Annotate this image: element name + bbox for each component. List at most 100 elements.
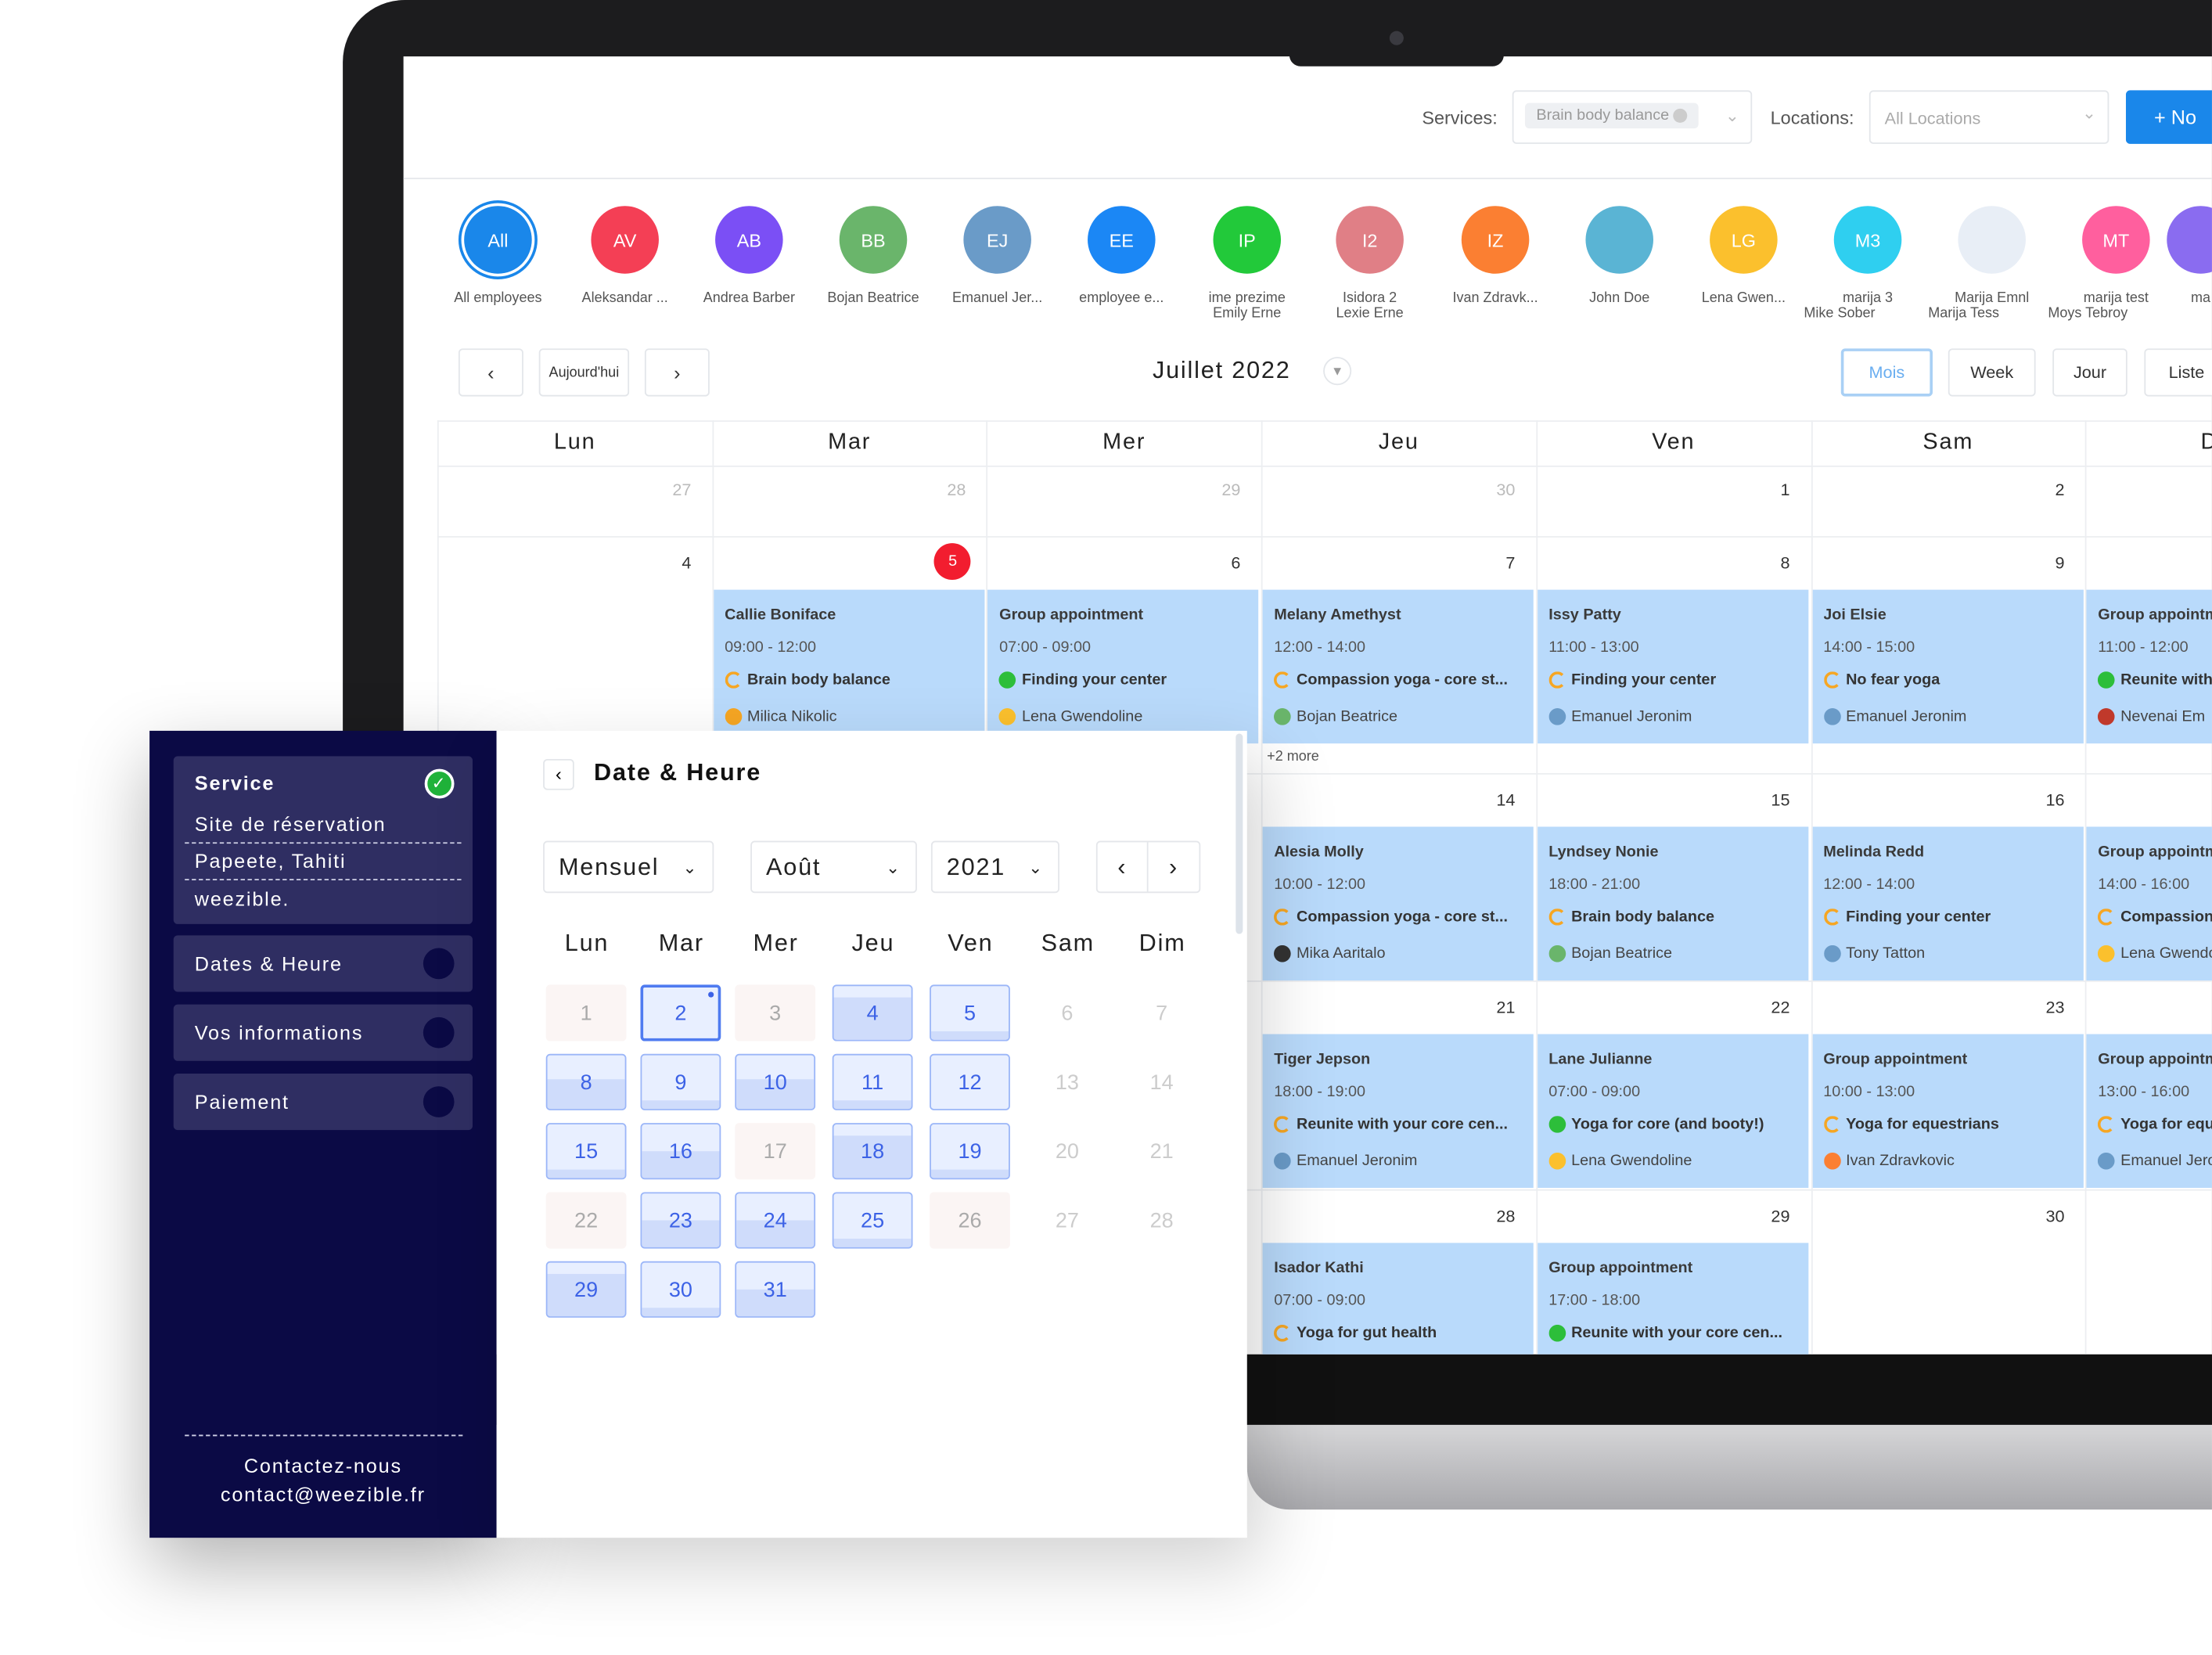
next-month-icon[interactable]: ›: [1149, 842, 1200, 891]
employee-name[interactable]: Bojan Beatrice: [810, 290, 937, 306]
appointment-card[interactable]: Group appointment 10:00 - 13:00 Yoga for e…: [1811, 1034, 2083, 1189]
next-month-button[interactable]: ›: [644, 348, 710, 397]
employee-name[interactable]: Aleksandar ...: [562, 290, 689, 306]
remove-chip-icon[interactable]: [1673, 108, 1688, 124]
day-number[interactable]: 8: [1536, 553, 1789, 573]
day-cell[interactable]: 10: [735, 1053, 816, 1110]
employee-name[interactable]: ime prezime: [1184, 290, 1311, 306]
mode-select[interactable]: Mensuel ⌄: [543, 840, 714, 894]
employee-name[interactable]: Emanuel Jer...: [934, 290, 1061, 306]
locations-select[interactable]: All Locations ⌄: [1869, 90, 2109, 144]
scrollbar[interactable]: [1235, 733, 1243, 934]
day-cell[interactable]: 23: [640, 1192, 721, 1249]
appointment-card[interactable]: Group appointment 07:00 - 09:00 Finding yo…: [987, 589, 1259, 744]
day-number[interactable]: 7: [1261, 553, 1515, 573]
day-cell[interactable]: 5: [930, 984, 1010, 1042]
employee-avatar[interactable]: AV: [591, 206, 659, 274]
employee-avatar[interactable]: All: [464, 206, 532, 274]
day-number[interactable]: 4: [437, 553, 691, 573]
day-number[interactable]: 9: [1811, 553, 2064, 573]
day-number[interactable]: 15: [1536, 790, 1789, 810]
employee-name[interactable]: ma: [2137, 290, 2212, 306]
day-cell[interactable]: 9: [640, 1053, 721, 1110]
day-cell[interactable]: 19: [930, 1123, 1010, 1180]
view-jour-button[interactable]: Jour: [2052, 348, 2127, 397]
day-cell[interactable]: 31: [735, 1261, 816, 1318]
employee-name[interactable]: Marija Emnl: [1929, 290, 2056, 306]
service-chip[interactable]: Brain body balance: [1524, 103, 1699, 129]
employee-name[interactable]: marija 3: [1804, 290, 1931, 306]
day-number[interactable]: 16: [1811, 790, 2064, 810]
appointment-card[interactable]: Alesia Molly 10:00 - 12:00 Compassion yoga…: [1262, 826, 1534, 981]
day-cell[interactable]: 29: [545, 1261, 627, 1318]
appointment-card[interactable]: Melinda Redd 12:00 - 14:00 Finding your ce…: [1811, 826, 2083, 981]
day-number[interactable]: 30: [1261, 480, 1515, 499]
day-cell[interactable]: 8: [545, 1053, 627, 1110]
employee-name[interactable]: employee e...: [1058, 290, 1185, 306]
employee-avatar[interactable]: [1958, 206, 2026, 274]
day-number[interactable]: 29: [987, 480, 1240, 499]
employee-name[interactable]: Isidora 2: [1306, 290, 1433, 306]
employee-avatar[interactable]: [2167, 206, 2212, 274]
appointment-card[interactable]: Callie Boniface 09:00 - 12:00 Brain body b…: [713, 589, 984, 744]
step-info[interactable]: Vos informations: [173, 1004, 473, 1061]
step-payment[interactable]: Paiement: [173, 1074, 473, 1131]
employee-avatar[interactable]: LG: [1710, 206, 1778, 274]
appointment-card[interactable]: Joi Elsie 14:00 - 15:00 No fear yoga Emanue…: [1811, 589, 2083, 744]
employee-avatar[interactable]: IP: [1213, 206, 1282, 274]
today-button[interactable]: Aujourd'hui: [538, 348, 630, 397]
employee-avatar[interactable]: AB: [715, 206, 783, 274]
day-number[interactable]: 1: [1536, 480, 1789, 499]
appointment-card[interactable]: Isador Kathi 07:00 - 09:00 Yoga for gut he…: [1262, 1243, 1534, 1355]
employee-name[interactable]: All employees: [434, 290, 561, 306]
day-cell[interactable]: 2: [640, 984, 721, 1042]
employee-avatar[interactable]: IZ: [1461, 206, 1530, 274]
day-number[interactable]: 29: [1536, 1206, 1789, 1225]
day-number[interactable]: 27: [437, 480, 691, 499]
step-service[interactable]: Service ✓ Site de réservation Papeete, T…: [173, 756, 473, 924]
day-cell[interactable]: 30: [640, 1261, 721, 1318]
day-number[interactable]: 14: [1261, 790, 1515, 810]
employee-avatar[interactable]: M3: [1833, 206, 1902, 274]
day-cell[interactable]: 12: [930, 1053, 1010, 1110]
employee-avatar[interactable]: [1585, 206, 1653, 274]
appointment-card[interactable]: Group appointment 14:00 - 16:00 Compassion…: [2086, 826, 2212, 981]
appointment-card[interactable]: Tiger Jepson 18:00 - 19:00 Reunite with yo…: [1262, 1034, 1534, 1189]
day-number[interactable]: 28: [1261, 1206, 1515, 1225]
services-select[interactable]: Brain body balance ⌄: [1512, 90, 1753, 144]
day-number[interactable]: 23: [1811, 998, 2064, 1017]
day-number[interactable]: 21: [1261, 998, 1515, 1017]
employee-avatar[interactable]: EJ: [963, 206, 1031, 274]
employee-name[interactable]: Lena Gwen...: [1680, 290, 1807, 306]
appointment-card[interactable]: Lane Julianne 07:00 - 09:00 Yoga for core …: [1537, 1034, 1808, 1189]
appointment-card[interactable]: Group appointment 11:00 - 12:00 Reunite wi…: [2086, 589, 2212, 744]
employee-avatar[interactable]: BB: [839, 206, 908, 274]
appointment-card[interactable]: Lyndsey Nonie 18:00 - 21:00 Brain body bal…: [1537, 826, 1808, 981]
day-number[interactable]: 2: [1811, 480, 2064, 499]
employee-name[interactable]: John Doe: [1556, 290, 1683, 306]
new-appointment-button[interactable]: + No: [2125, 90, 2212, 144]
day-number[interactable]: 22: [1536, 998, 1789, 1017]
day-cell[interactable]: 18: [832, 1123, 913, 1180]
day-number[interactable]: 30: [1811, 1206, 2064, 1225]
day-cell[interactable]: 25: [832, 1192, 913, 1249]
step-dates[interactable]: Dates & Heure: [173, 935, 473, 992]
view-mois-button[interactable]: Mois: [1840, 348, 1933, 397]
appointment-card[interactable]: Melany Amethyst 12:00 - 14:00 Compassion y…: [1262, 589, 1534, 744]
employee-avatar[interactable]: MT: [2082, 206, 2150, 274]
employee-name[interactable]: Ivan Zdravk...: [1432, 290, 1559, 306]
prev-month-icon[interactable]: ‹: [1098, 842, 1149, 892]
contact-email[interactable]: contact@weezible.fr: [149, 1483, 497, 1506]
year-select[interactable]: 2021 ⌄: [930, 840, 1059, 894]
day-number[interactable]: 28: [712, 480, 966, 499]
today-badge[interactable]: 5: [934, 543, 972, 580]
employee-avatar[interactable]: EE: [1088, 206, 1156, 274]
back-button[interactable]: ‹: [543, 758, 574, 790]
view-liste-button[interactable]: Liste: [2144, 348, 2212, 397]
day-cell[interactable]: 15: [545, 1123, 627, 1180]
view-week-button[interactable]: Week: [1948, 348, 2036, 397]
month-select[interactable]: Août ⌄: [750, 840, 917, 894]
day-cell[interactable]: 16: [640, 1123, 721, 1180]
day-number[interactable]: 6: [987, 553, 1240, 573]
appointment-card[interactable]: Group appointment 17:00 - 18:00 Reunite wi…: [1537, 1243, 1808, 1355]
